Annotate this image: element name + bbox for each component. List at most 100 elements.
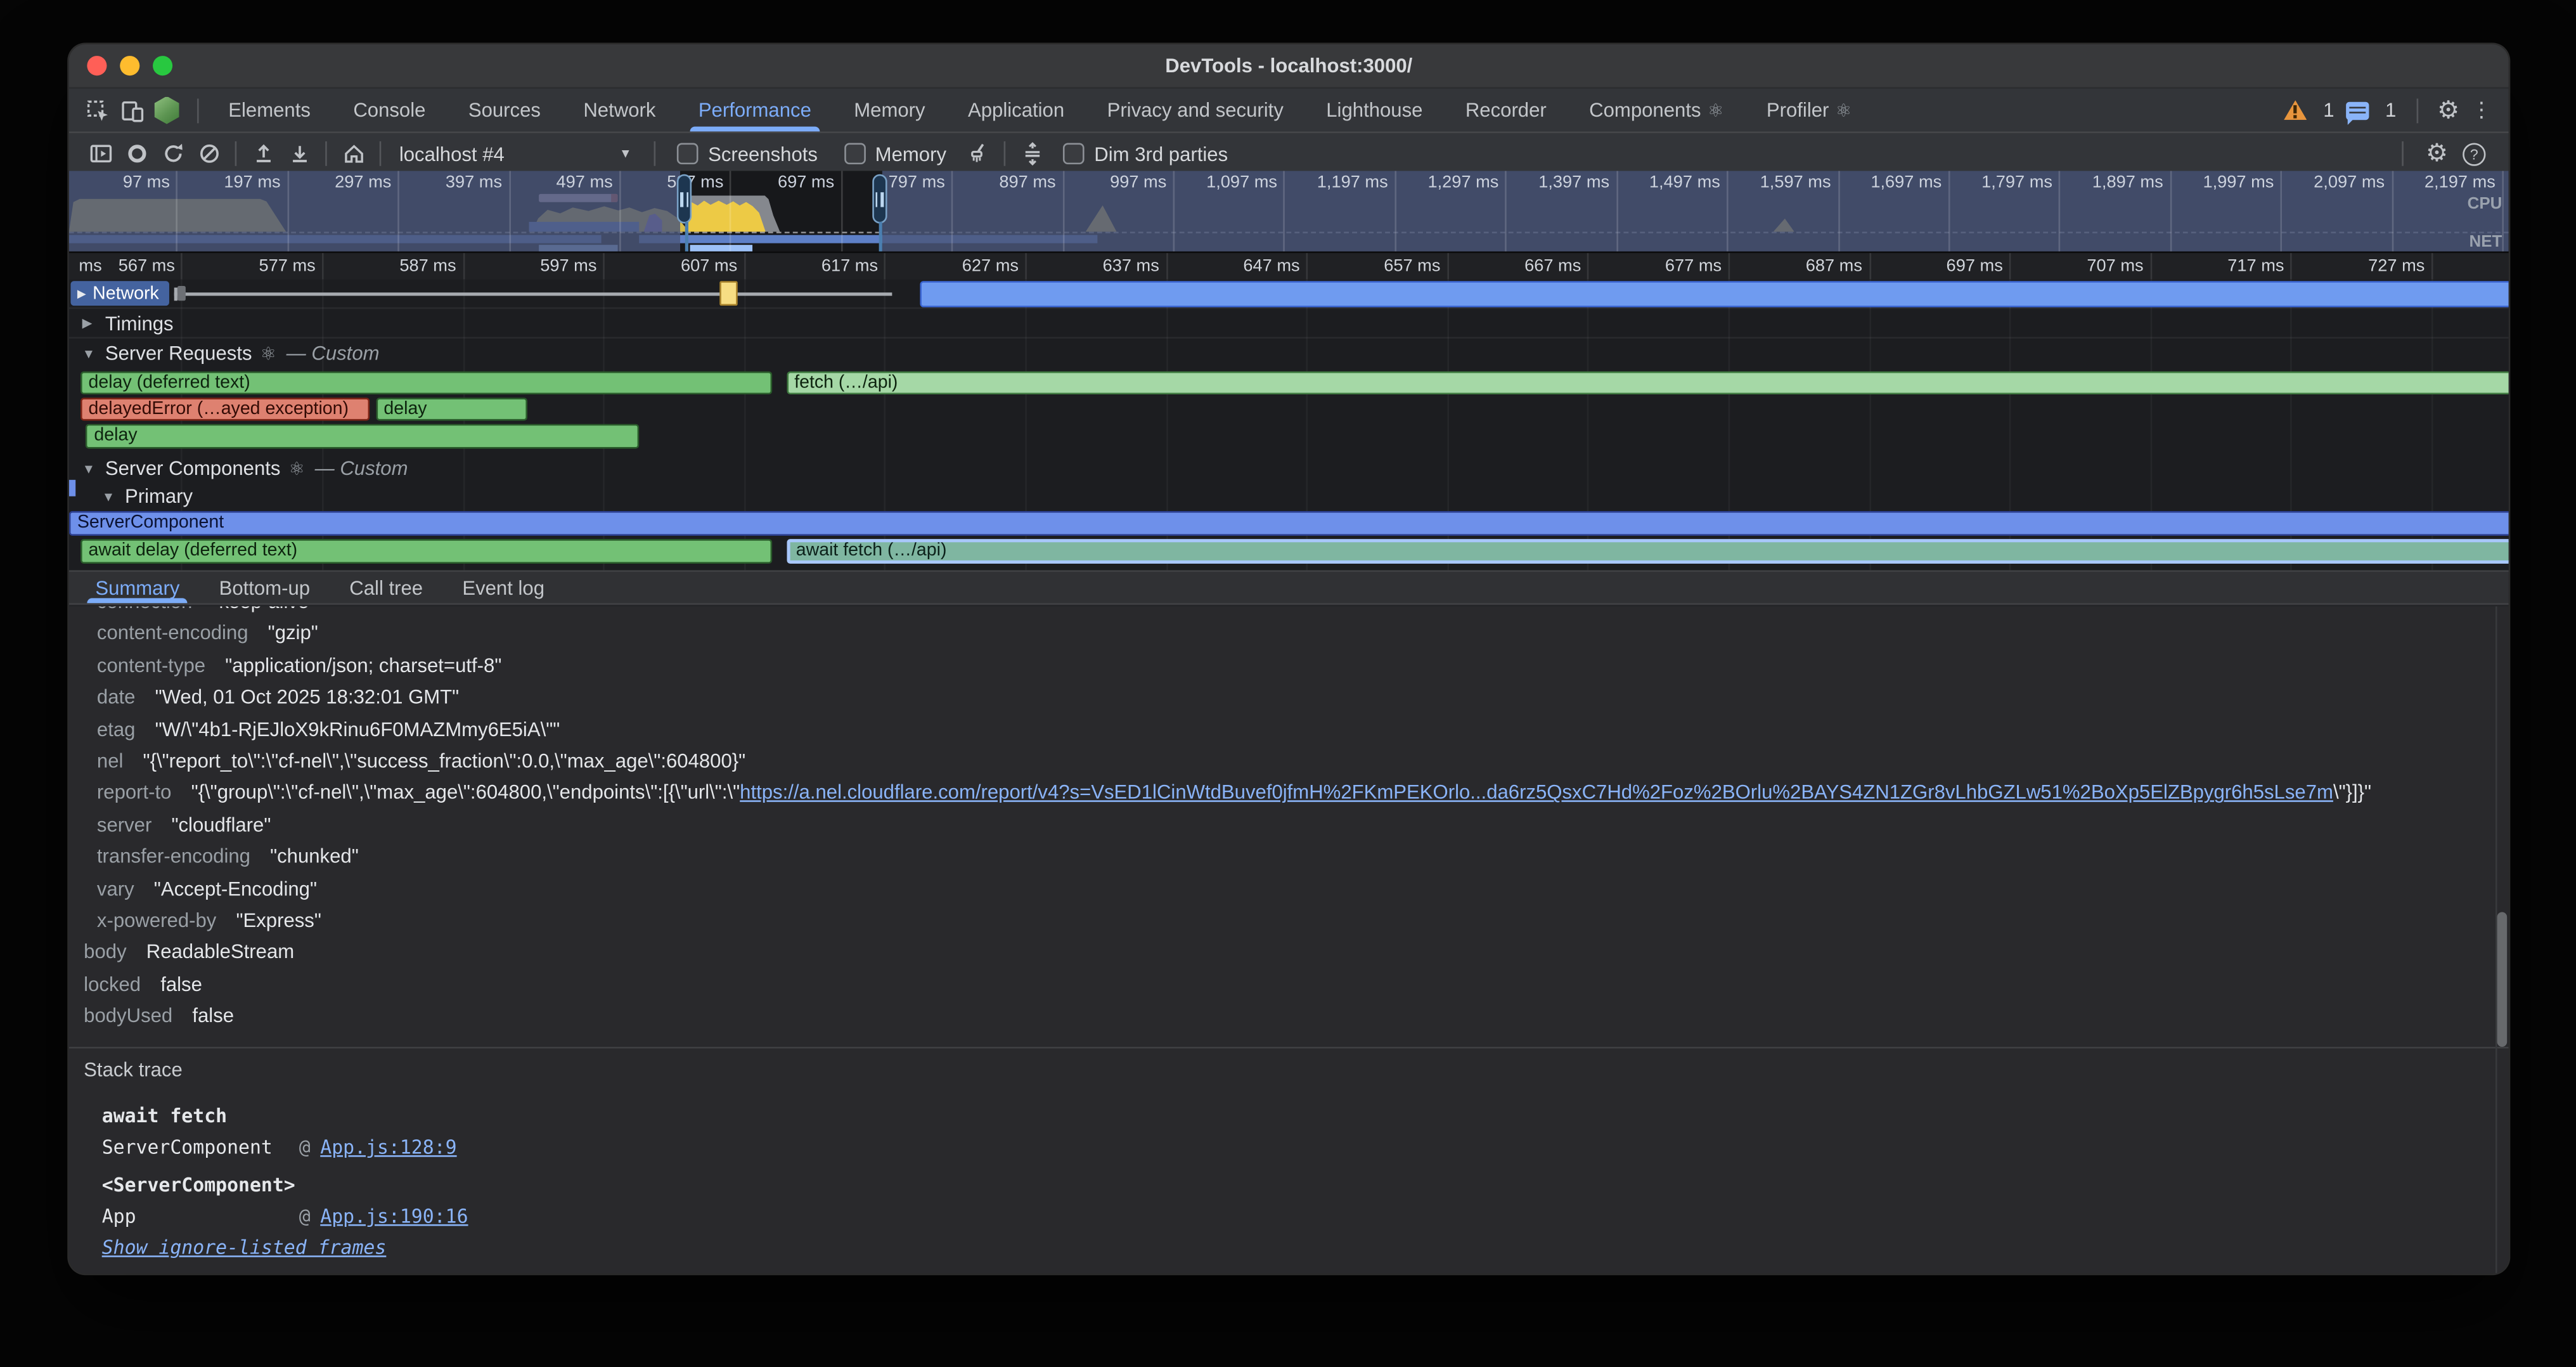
ruler-tick-label: 717 ms (2227, 256, 2284, 276)
timeline-entry[interactable] (720, 281, 737, 306)
zoom-button[interactable] (153, 56, 172, 75)
timeline-entry[interactable]: delayedError (…ayed exception) (80, 397, 370, 420)
timeline-entry[interactable] (920, 280, 2509, 306)
selection-handle-left[interactable] (677, 174, 692, 224)
show-ignore-listed-frames-link[interactable]: Show ignore-listed frames (84, 1236, 386, 1259)
tab-lighthouse[interactable]: Lighthouse (1305, 89, 1445, 131)
target-select-value: localhost #4 (399, 142, 505, 165)
timeline-overview[interactable]: 97 ms197 ms297 ms397 ms497 ms597 ms697 m… (69, 171, 2509, 252)
record-and-reload-button[interactable] (155, 137, 191, 170)
timeline-entry[interactable]: await fetch (…/api) (786, 538, 2509, 563)
device-toolbar-icon[interactable] (120, 98, 145, 122)
settings-gear-icon[interactable]: ⚙ (2437, 98, 2459, 122)
minimize-button[interactable] (120, 56, 139, 75)
timeline-entry[interactable]: await delay (deferred text) (80, 538, 772, 563)
custom-track-suffix: — Custom (287, 342, 380, 365)
ruler-gridline (2009, 253, 2011, 279)
target-select[interactable]: localhost #4 ▾ (389, 142, 645, 165)
track-config-icon[interactable] (1014, 137, 1050, 170)
network-track[interactable]: ▶ Network (69, 280, 2509, 309)
report-to-link[interactable]: https://a.nel.cloudflare.com/report/v4?s… (740, 781, 2333, 804)
timeline-entry[interactable]: delay (375, 397, 527, 420)
tab-profiler[interactable]: Profiler⚛ (1745, 89, 1873, 131)
more-options-icon[interactable]: ⋮ (2471, 97, 2492, 123)
warning-count: 1 (2323, 99, 2334, 122)
tab-performance[interactable]: Performance (677, 89, 832, 131)
source-link[interactable]: App.js:190:16 (320, 1205, 468, 1228)
tab-summary[interactable]: Summary (75, 572, 199, 603)
tab-event-log[interactable]: Event log (442, 572, 564, 603)
tab-memory[interactable]: Memory (833, 89, 947, 131)
react-atom-icon: ⚛ (1836, 100, 1852, 121)
live-metrics-panel-icon[interactable] (82, 137, 119, 170)
summary-row: vary"Accept-Encoding" (69, 874, 2509, 905)
ruler-gridline (1166, 253, 1168, 279)
desktop: DevTools - localhost:3000/ ElementsConso… (0, 0, 2576, 1367)
tab-network[interactable]: Network (562, 89, 677, 131)
server-requests-lane-1: delay (deferred text) fetch (…/api) (69, 370, 2509, 394)
inspect-element-icon[interactable] (86, 98, 110, 122)
ruler-tick-label: 657 ms (1384, 256, 1440, 276)
ruler-tick-label: 627 ms (962, 256, 1019, 276)
ruler-tick-label: 597 ms (540, 256, 596, 276)
timeline-entry[interactable]: delay (deferred text) (80, 370, 772, 393)
load-profile-icon[interactable] (245, 137, 281, 170)
tab-components[interactable]: Components⚛ (1568, 89, 1745, 131)
dim-3rd-parties-checkbox[interactable]: Dim 3rd parties (1063, 142, 1228, 165)
server-components-track-header[interactable]: ▼ Server Components ⚛ — Custom (69, 453, 2509, 483)
tab-call-tree[interactable]: Call tree (330, 572, 442, 603)
summary-row: bodyUsedfalse (69, 1001, 2509, 1033)
chevron-down-icon: ▼ (82, 346, 96, 361)
detail-ruler[interactable]: ms 567 ms577 ms587 ms597 ms607 ms617 ms6… (69, 252, 2509, 282)
warning-icon[interactable] (2284, 100, 2307, 120)
timings-track[interactable]: ▶ Timings (69, 309, 2509, 339)
tab-recorder[interactable]: Recorder (1444, 89, 1568, 131)
close-button[interactable] (87, 56, 106, 75)
record-button[interactable] (119, 137, 155, 170)
tab-console[interactable]: Console (332, 89, 448, 131)
home-icon[interactable] (335, 137, 371, 170)
divider (380, 141, 382, 166)
clear-button[interactable] (191, 137, 227, 170)
traffic-lights (87, 56, 172, 75)
tab-bottom-up[interactable]: Bottom-up (200, 572, 330, 603)
network-track-header[interactable]: ▶ Network (70, 281, 169, 306)
summary-row: transfer-encoding"chunked" (69, 842, 2509, 874)
tab-elements[interactable]: Elements (207, 89, 332, 131)
summary-row: bodyReadableStream (69, 938, 2509, 969)
help-icon[interactable]: ? (2463, 142, 2485, 165)
issues-icon[interactable] (2346, 101, 2369, 119)
collect-garbage-icon[interactable] (960, 137, 996, 170)
tab-application[interactable]: Application (946, 89, 1086, 131)
source-link[interactable]: App.js:128:9 (320, 1136, 456, 1158)
capture-settings-gear-icon[interactable]: ⚙ (2426, 141, 2448, 166)
timeline-entry[interactable] (174, 292, 891, 295)
tab-privacy-and-security[interactable]: Privacy and security (1086, 89, 1305, 131)
timeline-tracks[interactable]: ▶ Network ▶ Timings ▼ Server Requests ⚛ … (69, 280, 2509, 571)
ruler-tick-label: 647 ms (1243, 256, 1299, 276)
selection-handle-right[interactable] (872, 174, 886, 224)
primary-subtrack-header[interactable]: ▼ Primary (69, 483, 2509, 509)
react-atom-icon: ⚛ (288, 458, 305, 479)
network-overview-bar (690, 244, 752, 250)
timeline-entry[interactable]: fetch (…/api) (786, 370, 2509, 393)
ruler-tick-label: 727 ms (2368, 256, 2425, 276)
summary-row: content-type"application/json; charset=u… (69, 651, 2509, 682)
tab-sources[interactable]: Sources (447, 89, 562, 131)
track-resize-grip[interactable] (177, 286, 186, 301)
devtools-window: DevTools - localhost:3000/ ElementsConso… (69, 44, 2509, 1274)
server-requests-track-header[interactable]: ▼ Server Requests ⚛ — Custom (69, 339, 2509, 368)
node-icon[interactable] (155, 96, 179, 124)
timeline-entry[interactable]: ServerComponent (69, 510, 2509, 535)
divider (197, 98, 199, 122)
ruler-tick-label: 697 ms (1947, 256, 2003, 276)
save-profile-icon[interactable] (281, 137, 317, 170)
details-pane: connection"keep-alive"content-encoding"g… (69, 606, 2509, 1273)
memory-checkbox[interactable]: Memory (844, 142, 946, 165)
screenshots-checkbox[interactable]: Screenshots (677, 142, 818, 165)
scrollbar-thumb[interactable] (2497, 912, 2508, 1047)
ruler-tick-label: 707 ms (2087, 256, 2143, 276)
timeline-entry[interactable]: delay (86, 423, 640, 448)
network-track-label: Network (93, 283, 159, 303)
server-requests-label: Server Requests (105, 342, 252, 365)
